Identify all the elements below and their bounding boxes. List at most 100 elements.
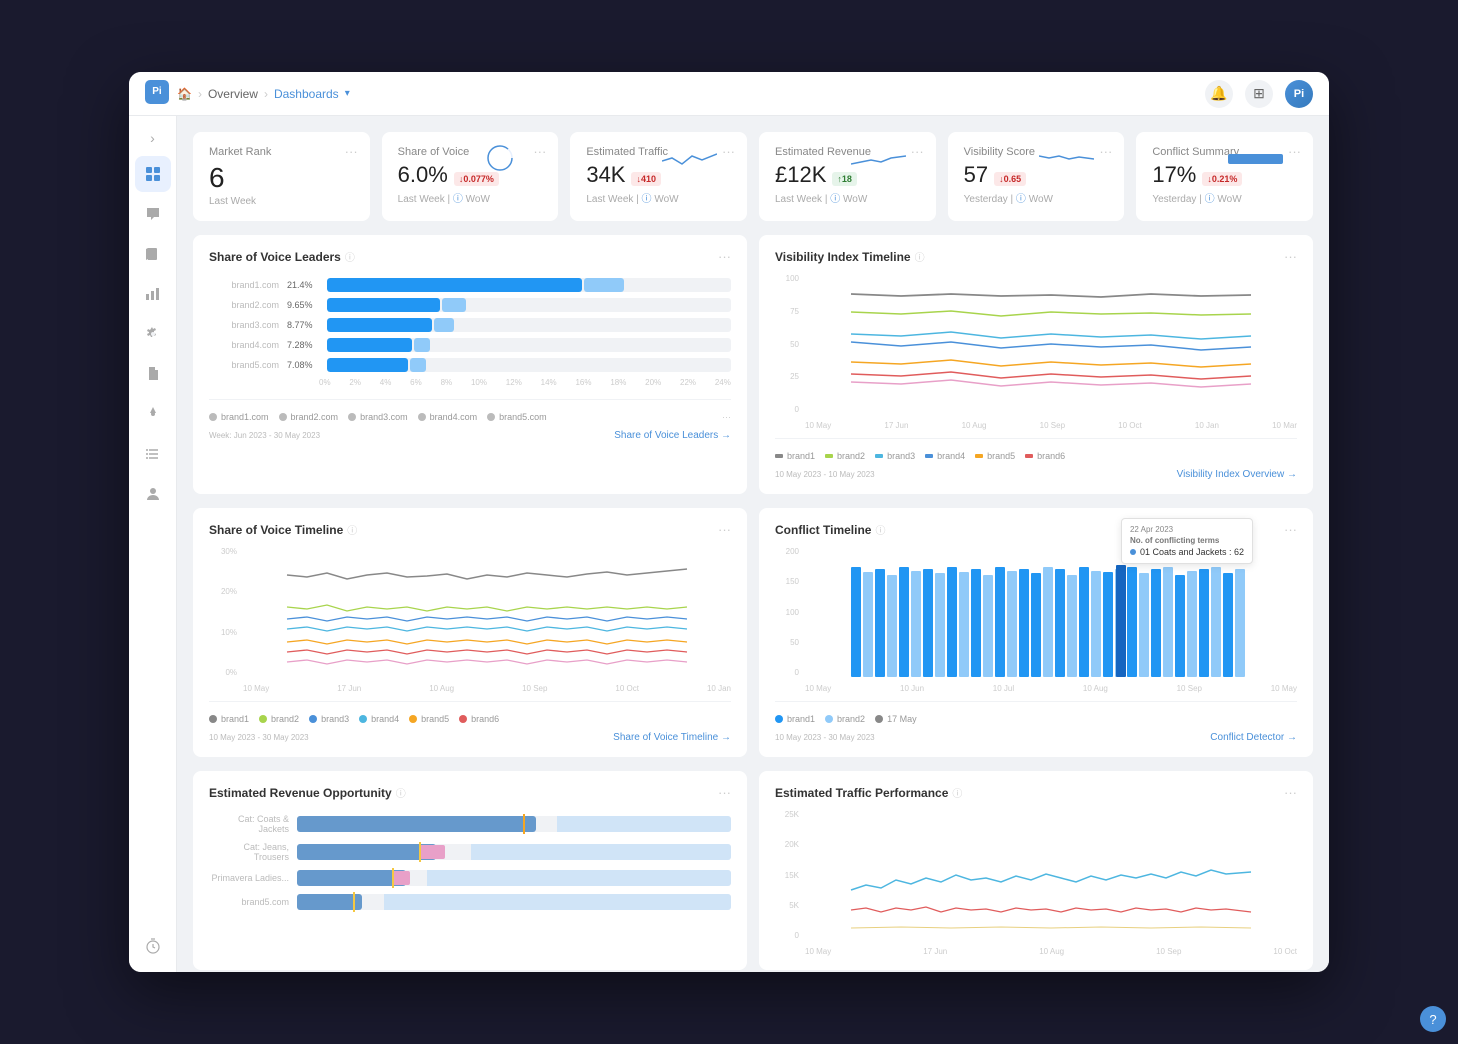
chart-more-sov-leaders[interactable]: ··· [718,249,731,264]
chart-more-sov-timeline[interactable]: ··· [718,522,731,537]
chart-sov-leaders: Share of Voice Leaders ⓘ ··· brand1.com … [193,235,747,494]
chart-title-sov-timeline: Share of Voice Timeline [209,523,343,537]
conflict-sparkline [1228,146,1283,171]
visibility-footer: 10 May 2023 - 10 May 2023 Visibility Ind… [775,469,1297,480]
book-icon [145,246,161,262]
kpi-sub-traffic: Last Week | ⓘ WoW [586,190,731,205]
chart-header-sov-leaders: Share of Voice Leaders ⓘ ··· [209,249,731,264]
visibility-chart-area: 1007550250 [775,274,1297,430]
sidebar-item-pin[interactable] [135,396,171,432]
kpi-value-sov: 6.0% [398,164,448,186]
chart-sov-timeline: Share of Voice Timeline ⓘ ··· 30%20%10%0… [193,508,747,757]
conflict-tooltip: 22 Apr 2023 No. of conflicting terms 01 … [1121,518,1253,564]
kpi-card-market-rank: Market Rank 6 Last Week ··· [193,132,370,221]
kpi-value-traffic: 34K [586,164,625,186]
kpi-more-traffic[interactable]: ··· [722,144,735,159]
dashboard-icon [145,166,161,182]
visibility-link[interactable]: Visibility Index Overview → [1177,469,1297,480]
timer-icon [145,938,161,954]
traffic-sparkline [662,146,717,171]
sidebar-bottom [135,928,171,964]
sidebar-item-list[interactable] [135,436,171,472]
sov-timeline-footer: 10 May 2023 - 30 May 2023 Share of Voice… [209,732,731,743]
chart-visibility-timeline: Visibility Index Timeline ⓘ ··· 10075502… [759,235,1313,494]
kpi-more-market-rank[interactable]: ··· [345,144,358,159]
info-icon-rev[interactable]: ⓘ [396,785,406,800]
kpi-value-visibility: 57 [964,164,988,186]
file-icon [145,366,161,382]
chart-revenue-opportunity: Estimated Revenue Opportunity ⓘ ··· Cat:… [193,771,747,970]
grid-icon[interactable]: ⊞ [1245,80,1273,108]
chart-traffic-performance: Estimated Traffic Performance ⓘ ··· 25K2… [759,771,1313,970]
chart-title-visibility: Visibility Index Timeline [775,250,911,264]
kpi-sub-sov: Last Week | ⓘ WoW [398,190,543,205]
visibility-legend: brand1 brand2 brand3 brand4 brand5 brand… [775,451,1297,461]
conflict-footer: 10 May 2023 - 30 May 2023 Conflict Detec… [775,732,1297,743]
charts-row-2: Share of Voice Timeline ⓘ ··· 30%20%10%0… [193,508,1313,757]
traffic-perf-area: 25K20K15K5K0 [775,810,1297,956]
home-icon[interactable]: 🏠 [177,87,192,101]
kpi-badge-traffic: ↓410 [631,172,661,186]
sidebar-item-chat[interactable] [135,196,171,232]
info-icon-sov-timeline[interactable]: ⓘ [347,522,357,537]
traffic-perf-svg [805,810,1297,940]
kpi-card-visibility: Visibility Score 57 ↓0.65 Yesterday | ⓘ … [948,132,1125,221]
notifications-icon[interactable]: 🔔 [1205,80,1233,108]
sov-timeline-legend: brand1 brand2 brand3 brand4 brand5 brand… [209,714,731,724]
info-icon-conflict[interactable]: ⓘ [875,522,885,537]
sidebar-item-dashboard[interactable] [135,156,171,192]
revenue-sparkline [851,146,906,171]
kpi-sub-market-rank: Last Week [209,196,354,207]
sov-timeline-link[interactable]: Share of Voice Timeline → [613,732,731,743]
kpi-card-revenue: Estimated Revenue £12K ↑18 Last Week | ⓘ… [759,132,936,221]
conflict-svg [805,547,1297,677]
sidebar-item-timer[interactable] [135,928,171,964]
sov-sparkline [473,144,528,172]
bar-row-3: brand4.com 7.28% [209,338,731,352]
kpi-more-revenue[interactable]: ··· [911,144,924,159]
sidebar-item-user[interactable] [135,476,171,512]
chart-more-visibility[interactable]: ··· [1284,249,1297,264]
chart-conflict-timeline: Conflict Timeline ⓘ ··· 22 Apr 2023 No. … [759,508,1313,757]
chart-header-rev-opp: Estimated Revenue Opportunity ⓘ ··· [209,785,731,800]
kpi-card-conflict: Conflict Summary 17% ↓0.21% Yesterday | … [1136,132,1313,221]
kpi-value-revenue: £12K [775,164,826,186]
chart-more-traffic-perf[interactable]: ··· [1284,785,1297,800]
sov-footer: Week: Jun 2023 - 30 May 2023 Share of Vo… [209,430,731,441]
kpi-card-share-of-voice: Share of Voice 6.0% ↓0.077% Last Week | … [382,132,559,221]
chart-header-visibility: Visibility Index Timeline ⓘ ··· [775,249,1297,264]
bar-row-4: brand5.com 7.08% [209,358,731,372]
breadcrumb: 🏠 › Overview › Dashboards ▾ [177,87,350,101]
kpi-title-market-rank: Market Rank [209,146,354,158]
kpi-value-conflict: 17% [1152,164,1196,186]
avatar[interactable]: Pi [1285,80,1313,108]
kpi-more-sov[interactable]: ··· [533,144,546,159]
chart-more-rev-opp[interactable]: ··· [718,785,731,800]
chart-title-rev-opp: Estimated Revenue Opportunity [209,786,392,800]
kpi-sub-conflict: Yesterday | ⓘ WoW [1152,190,1297,205]
rev-opp-bars: Cat: Coats & Jackets Cat: Jeans, Trouser… [209,810,731,922]
kpi-row: Market Rank 6 Last Week ··· Share of Voi… [193,132,1313,221]
sov-leaders-link[interactable]: Share of Voice Leaders → [614,430,731,441]
info-icon-sov[interactable]: ⓘ [345,249,355,264]
sidebar-item-book[interactable] [135,236,171,272]
analytics-icon [145,286,161,302]
charts-row-3: Estimated Revenue Opportunity ⓘ ··· Cat:… [193,771,1313,970]
info-icon-visibility[interactable]: ⓘ [915,249,925,264]
list-icon [145,446,161,462]
rev-bar-3: brand5.com [209,894,731,910]
chevron-down-icon[interactable]: ▾ [345,88,350,99]
chart-more-conflict[interactable]: ··· [1284,522,1297,537]
sov-legend: brand1.com brand2.com brand3.com brand4.… [209,412,731,422]
kpi-sub-visibility: Yesterday | ⓘ WoW [964,190,1109,205]
kpi-more-visibility[interactable]: ··· [1099,144,1112,159]
chat-icon [145,206,161,222]
info-icon-traffic-perf[interactable]: ⓘ [952,785,962,800]
sidebar-item-file[interactable] [135,356,171,392]
sidebar-item-settings[interactable] [135,316,171,352]
sov-timeline-svg [243,547,731,677]
sidebar-toggle[interactable]: › [139,124,167,152]
kpi-more-conflict[interactable]: ··· [1288,144,1301,159]
sidebar-item-analytics[interactable] [135,276,171,312]
conflict-link[interactable]: Conflict Detector → [1210,732,1297,743]
